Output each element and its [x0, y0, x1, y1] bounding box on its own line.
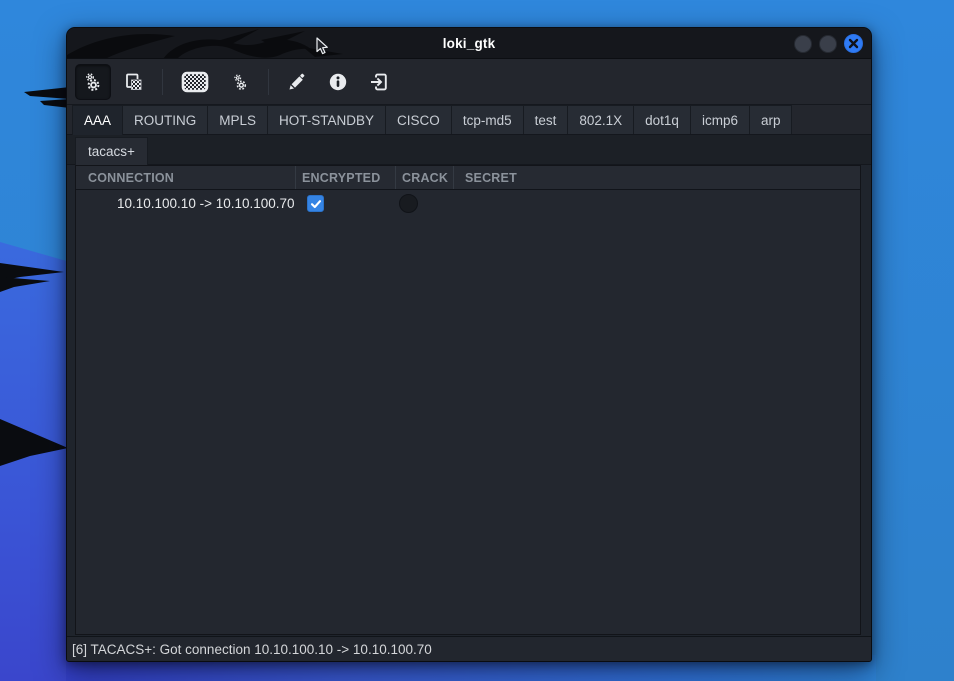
toolbar	[67, 59, 871, 105]
paste-button[interactable]	[116, 64, 152, 100]
quit-button[interactable]	[361, 64, 397, 100]
table-row[interactable]: 10.10.100.10 -> 10.10.100.70	[76, 190, 860, 217]
tab-802-1x[interactable]: 802.1X	[567, 105, 634, 134]
tab-mpls[interactable]: MPLS	[207, 105, 268, 134]
tab-label: arp	[761, 113, 781, 128]
close-button[interactable]	[844, 34, 863, 53]
crack-progress-indicator[interactable]	[399, 194, 418, 213]
check-icon	[310, 198, 322, 210]
tab-aaa[interactable]: AAA	[72, 105, 123, 135]
column-header-crack[interactable]: CRACK	[396, 166, 454, 189]
gears-icon	[82, 71, 104, 93]
table-header: CONNECTION ENCRYPTED CRACK SECRET	[76, 166, 860, 190]
tab-label: MPLS	[219, 113, 256, 128]
subtab-label: tacacs+	[88, 144, 135, 159]
tacacs-treeview: CONNECTION ENCRYPTED CRACK SECRET 10.10.…	[75, 165, 861, 635]
tab-cisco[interactable]: CISCO	[385, 105, 452, 134]
tab-label: HOT-STANDBY	[279, 113, 374, 128]
subtab-tacacs[interactable]: tacacs+	[75, 137, 148, 165]
tab-label: 802.1X	[579, 113, 622, 128]
tab-hot-standby[interactable]: HOT-STANDBY	[267, 105, 386, 134]
about-button[interactable]	[320, 64, 356, 100]
maximize-button[interactable]	[819, 35, 837, 53]
tab-label: AAA	[84, 113, 111, 128]
encrypted-checkbox[interactable]	[307, 195, 324, 212]
tab-label: dot1q	[645, 113, 679, 128]
protocol-tabbar: AAA ROUTING MPLS HOT-STANDBY CISCO tcp-m…	[67, 105, 871, 135]
exit-icon	[368, 71, 390, 93]
gears-small-icon	[230, 72, 250, 92]
tab-dot1q[interactable]: dot1q	[633, 105, 691, 134]
tab-label: tcp-md5	[463, 113, 512, 128]
column-header-secret[interactable]: SECRET	[454, 166, 860, 189]
tab-label: icmp6	[702, 113, 738, 128]
mouse-cursor	[316, 37, 331, 56]
toolbar-separator	[268, 69, 269, 95]
loki-gtk-window: loki_gtk	[66, 27, 872, 662]
edit-button[interactable]	[279, 64, 315, 100]
table-empty-area[interactable]	[76, 217, 860, 634]
network-interface-button[interactable]	[173, 64, 217, 100]
pencil-icon	[286, 71, 308, 93]
toolbar-separator	[162, 69, 163, 95]
kali-dragon-icon	[67, 28, 367, 59]
tab-label: CISCO	[397, 113, 440, 128]
column-header-encrypted[interactable]: ENCRYPTED	[296, 166, 396, 189]
tab-label: test	[535, 113, 557, 128]
tab-tcp-md5[interactable]: tcp-md5	[451, 105, 524, 134]
status-text: [6] TACACS+: Got connection 10.10.100.10…	[72, 642, 432, 657]
tab-routing[interactable]: ROUTING	[122, 105, 208, 134]
tab-arp[interactable]: arp	[749, 105, 793, 134]
aaa-page: tacacs+ CONNECTION ENCRYPTED CRACK SECRE…	[67, 135, 871, 636]
tab-test[interactable]: test	[523, 105, 569, 134]
interface-icon	[180, 70, 210, 94]
preferences-button[interactable]	[222, 64, 258, 100]
tab-icmp6[interactable]: icmp6	[690, 105, 750, 134]
window-title: loki_gtk	[443, 36, 496, 51]
minimize-button[interactable]	[794, 35, 812, 53]
titlebar[interactable]: loki_gtk	[67, 28, 871, 59]
run-modules-button[interactable]	[75, 64, 111, 100]
aaa-subtabbar: tacacs+	[67, 135, 871, 165]
close-icon	[848, 38, 859, 49]
info-icon	[327, 71, 349, 93]
column-header-connection[interactable]: CONNECTION	[76, 166, 296, 189]
tab-label: ROUTING	[134, 113, 196, 128]
statusbar: [6] TACACS+: Got connection 10.10.100.10…	[67, 636, 871, 661]
secret-cell	[454, 190, 860, 217]
connection-value: 10.10.100.10 -> 10.10.100.70	[88, 196, 295, 211]
paste-icon	[123, 71, 145, 93]
